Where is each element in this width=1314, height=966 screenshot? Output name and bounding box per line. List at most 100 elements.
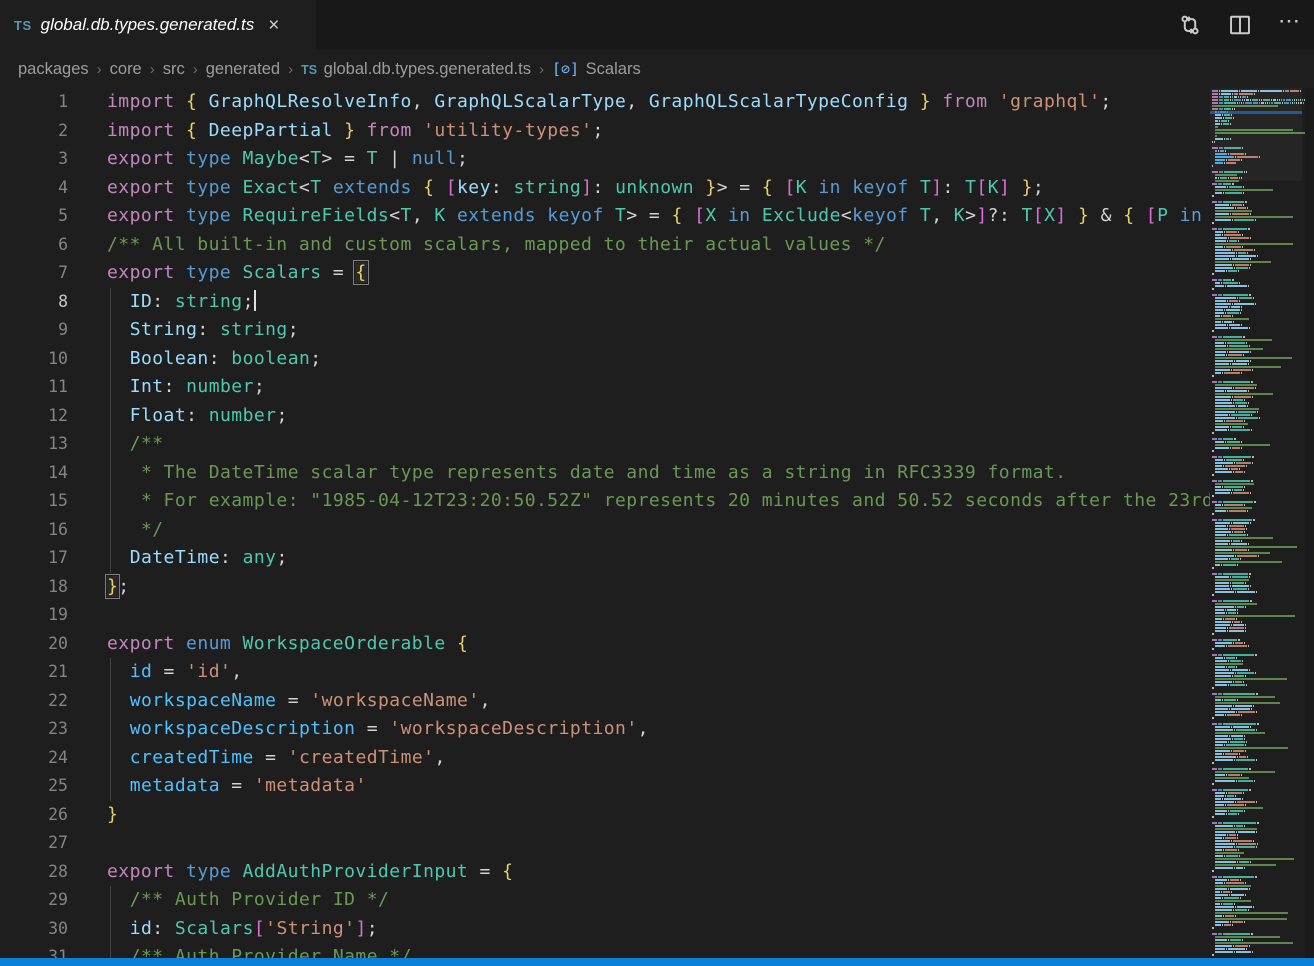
line-number: 3 xyxy=(0,145,68,174)
code-token: ?: xyxy=(988,205,1022,226)
breadcrumb-symbol-label: Scalars xyxy=(586,60,641,78)
indent-guide xyxy=(110,516,111,545)
code-token: } xyxy=(1022,177,1033,198)
line-number: 21 xyxy=(0,658,68,687)
split-editor-icon[interactable] xyxy=(1228,13,1252,37)
breadcrumb-item-generated[interactable]: generated xyxy=(206,60,280,79)
code-line: workspaceDescription = 'workspaceDescrip… xyxy=(107,715,1210,744)
code-token: id xyxy=(130,661,153,682)
code-token: | xyxy=(378,148,412,169)
code-token xyxy=(175,633,186,654)
code-token xyxy=(807,177,818,198)
line-number: 26 xyxy=(0,801,68,830)
more-actions-icon[interactable]: ⋯ xyxy=(1278,13,1302,37)
code-token: K xyxy=(954,205,965,226)
breadcrumb-item-symbol[interactable]: [⊘] Scalars xyxy=(552,60,641,79)
minimap[interactable] xyxy=(1210,88,1314,958)
editor-actions: ⋯ xyxy=(1178,0,1302,50)
code-token xyxy=(931,91,942,112)
code-token: ; xyxy=(288,319,299,340)
code-token: T xyxy=(965,177,976,198)
breadcrumb-item-src[interactable]: src xyxy=(163,60,185,79)
code-token: from xyxy=(942,91,987,112)
scrollbar-track[interactable] xyxy=(1305,88,1314,958)
code-line: import { DeepPartial } from 'utility-typ… xyxy=(107,117,1210,146)
code-token: metadata xyxy=(130,775,220,796)
code-token: T xyxy=(920,205,931,226)
line-number: 18 xyxy=(0,573,68,602)
code-token: } xyxy=(107,804,118,825)
code-line: id = 'id', xyxy=(107,658,1210,687)
code-line: export type Maybe<T> = T | null; xyxy=(107,145,1210,174)
code-line: Boolean: boolean; xyxy=(107,345,1210,374)
code-token xyxy=(197,120,208,141)
code-token: DateTime xyxy=(130,547,220,568)
compare-changes-icon[interactable] xyxy=(1178,13,1202,37)
code-token: > xyxy=(965,205,976,226)
code-token: T xyxy=(401,205,412,226)
code-token: K xyxy=(988,177,999,198)
code-token xyxy=(604,205,615,226)
code-token: /** xyxy=(130,433,164,454)
code-token xyxy=(841,177,852,198)
breadcrumb-item-core[interactable]: core xyxy=(110,60,142,79)
tab-close-icon[interactable]: × xyxy=(268,16,279,35)
breadcrumb-item-file[interactable]: TS global.db.types.generated.ts xyxy=(301,60,531,79)
code-line: import { GraphQLResolveInfo, GraphQLScal… xyxy=(107,88,1210,117)
minimap-viewport-slider[interactable] xyxy=(1210,88,1302,181)
tab-global-db-types-generated[interactable]: TS global.db.types.generated.ts × xyxy=(0,0,316,50)
code-token xyxy=(197,91,208,112)
code-token: = xyxy=(276,690,310,711)
code-token: [ xyxy=(976,177,987,198)
code-token: Scalars xyxy=(175,918,254,939)
code-content: import { GraphQLResolveInfo, GraphQLScal… xyxy=(68,88,1210,958)
code-token: 'graphql' xyxy=(999,91,1101,112)
code-line: export type Scalars = { xyxy=(107,259,1210,288)
code-token: GraphQLScalarType xyxy=(434,91,626,112)
line-number: 20 xyxy=(0,630,68,659)
code-line: */ xyxy=(107,516,1210,545)
code-token: AddAuthProviderInput xyxy=(242,861,468,882)
indent-guide xyxy=(110,658,111,687)
code-token: { xyxy=(457,633,468,654)
code-token xyxy=(1202,205,1210,226)
code-token xyxy=(333,120,344,141)
code-token xyxy=(231,633,242,654)
code-token xyxy=(751,205,762,226)
breadcrumb-item-packages[interactable]: packages xyxy=(18,60,89,79)
code-token: 'String' xyxy=(265,918,355,939)
code-token: > = xyxy=(626,205,671,226)
minimap-content xyxy=(1212,90,1302,958)
code-token xyxy=(175,205,186,226)
code-token: ; xyxy=(243,291,254,312)
code-token: export xyxy=(107,861,175,882)
code-line xyxy=(107,601,1210,630)
code-token: WorkspaceOrderable xyxy=(242,633,445,654)
code-token: type xyxy=(186,148,231,169)
code-token: * The DateTime scalar type represents da… xyxy=(130,462,1067,483)
code-token xyxy=(175,91,186,112)
code-token: ; xyxy=(276,547,287,568)
code-token: [ xyxy=(1146,205,1157,226)
code-token: keyof xyxy=(852,205,908,226)
code-editor[interactable]: 1234567891011121314151617181920212223242… xyxy=(0,88,1210,958)
line-number: 12 xyxy=(0,402,68,431)
code-token xyxy=(231,861,242,882)
breadcrumb-separator: › xyxy=(193,61,198,78)
code-line: * For example: "1985-04-12T23:20:50.52Z"… xyxy=(107,487,1210,516)
code-token: unknown xyxy=(615,177,694,198)
code-token: ; xyxy=(367,918,378,939)
indent-guide xyxy=(110,459,111,488)
indent-guide xyxy=(110,373,111,402)
code-token: /** All built-in and custom scalars, map… xyxy=(107,234,886,255)
code-token: < xyxy=(841,205,852,226)
vscode-window: TS global.db.types.generated.ts × xyxy=(0,0,1314,966)
code-token: extends xyxy=(333,177,412,198)
line-number: 27 xyxy=(0,829,68,858)
code-token: keyof xyxy=(547,205,603,226)
code-token xyxy=(773,177,784,198)
code-token: : xyxy=(164,376,187,397)
code-token: T xyxy=(367,148,378,169)
code-token: ; xyxy=(1033,177,1044,198)
code-token: , xyxy=(231,661,242,682)
